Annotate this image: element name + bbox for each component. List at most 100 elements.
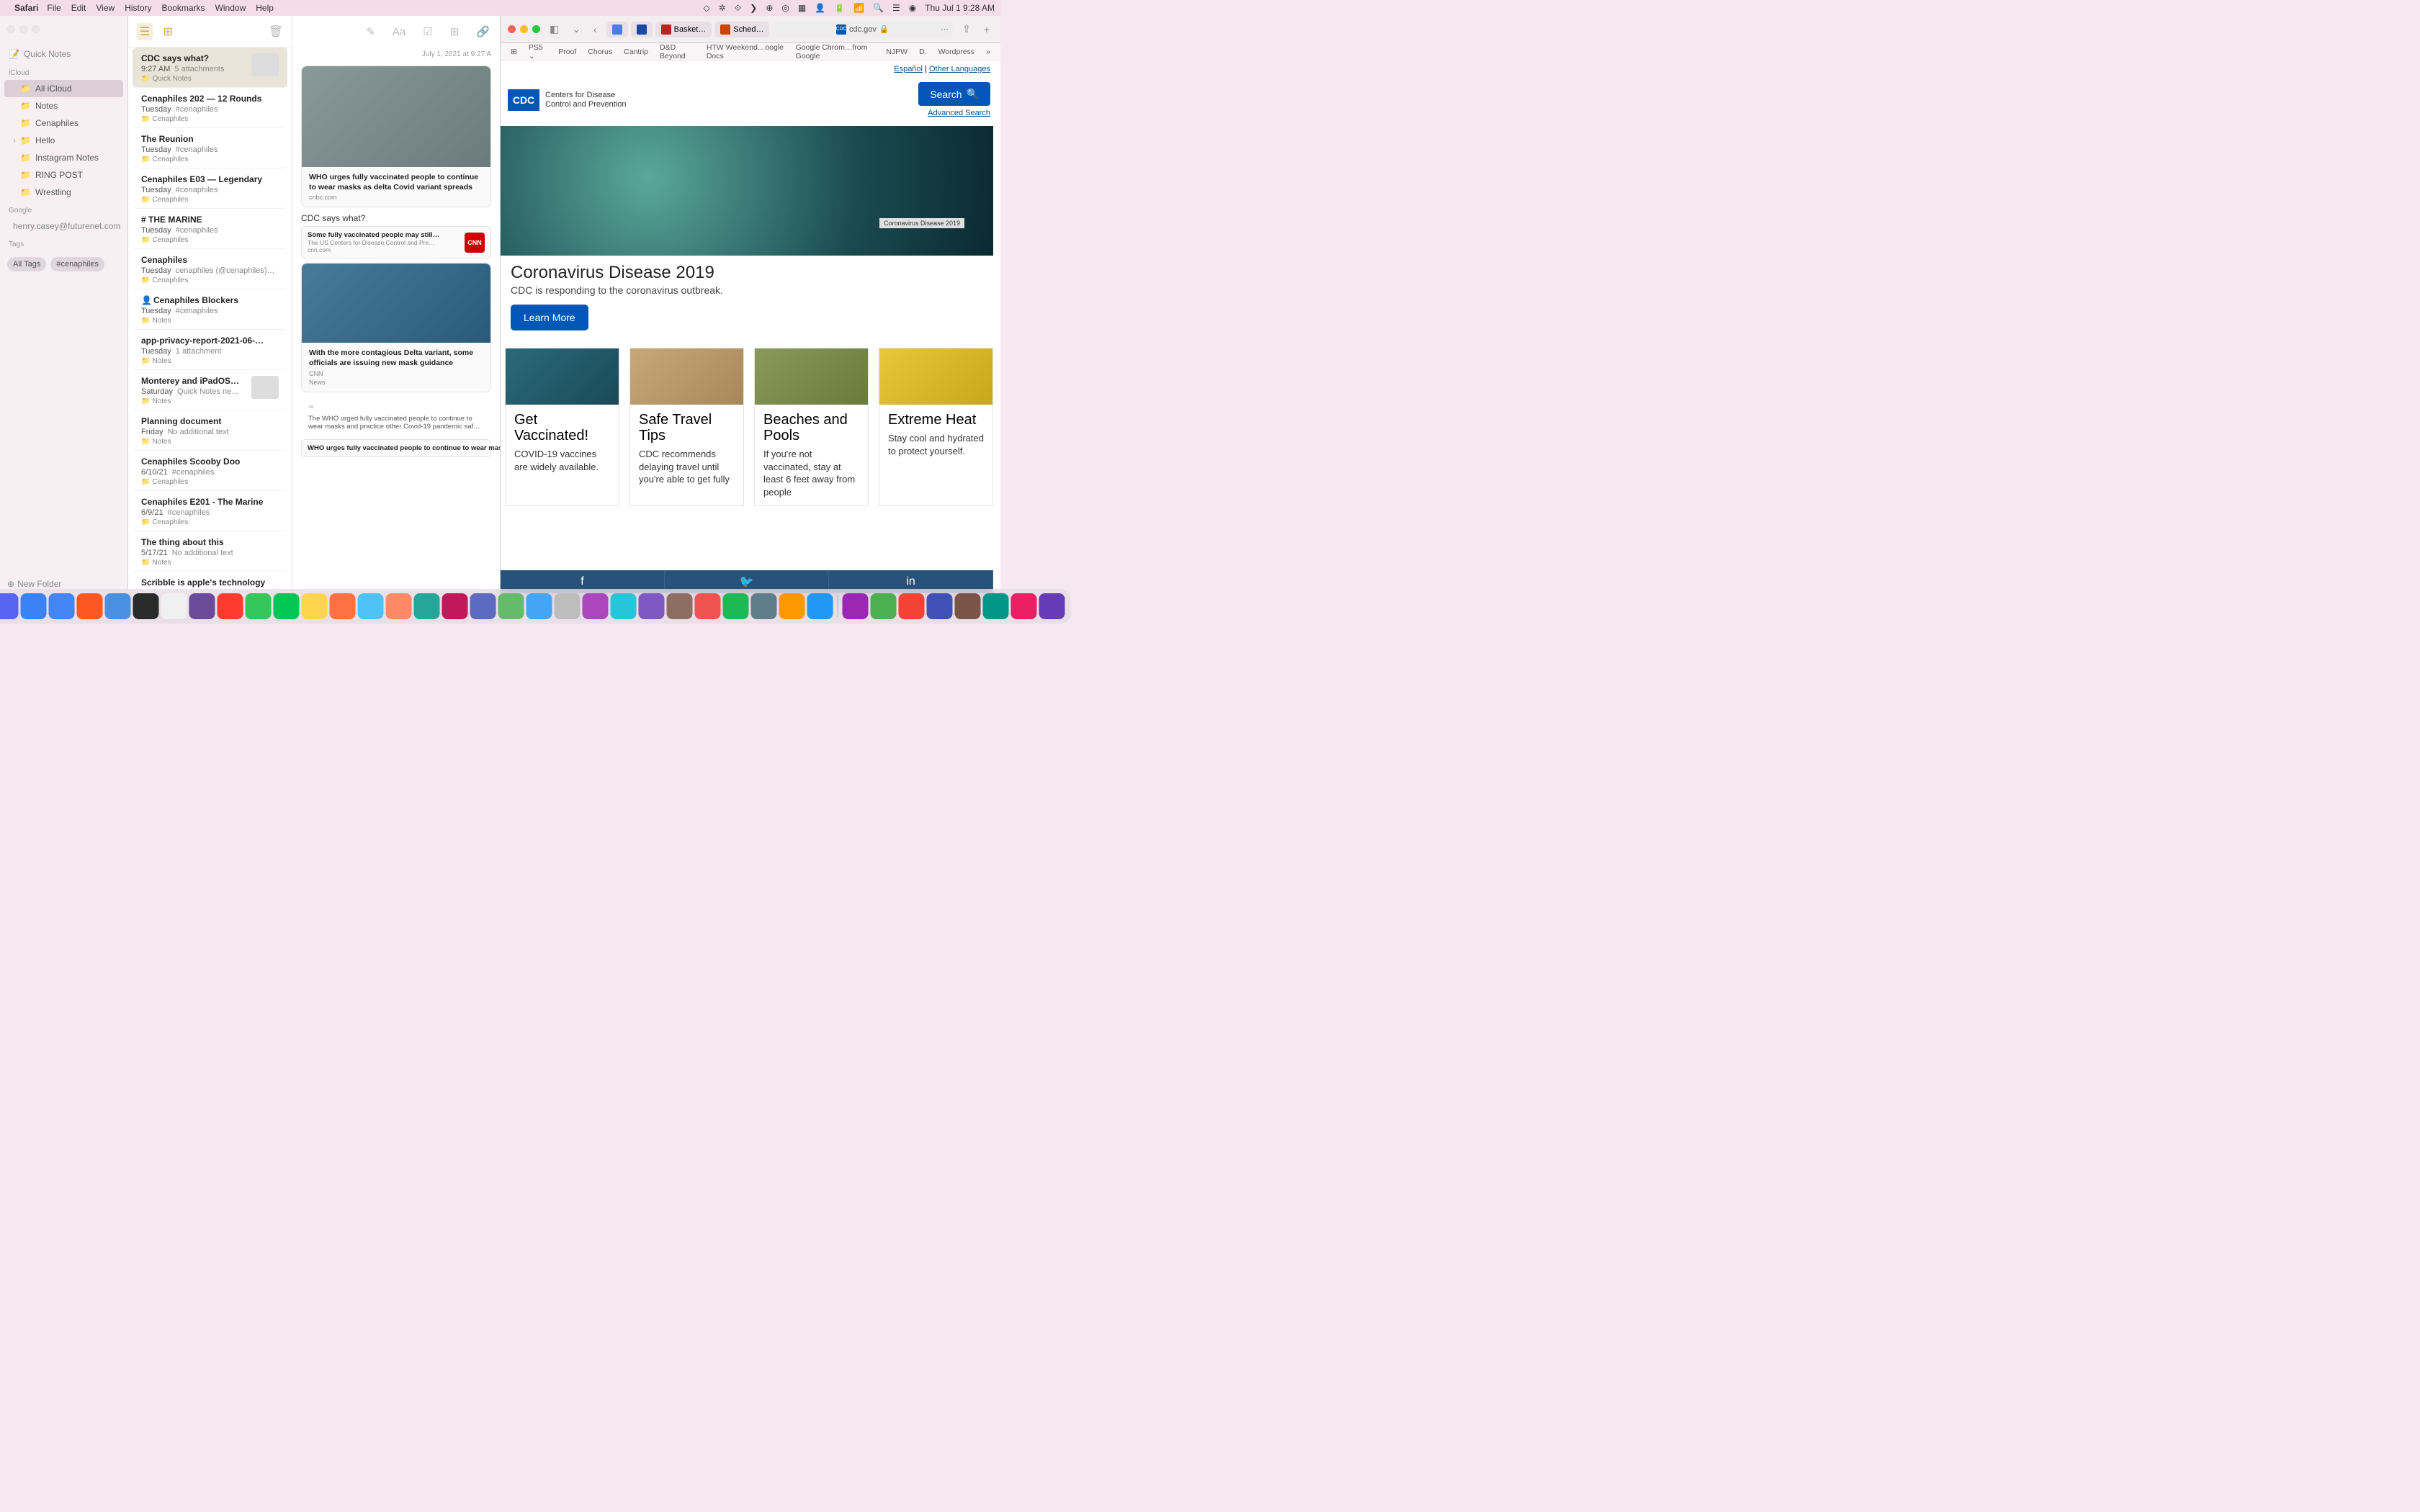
dock-app-icon[interactable] xyxy=(926,593,952,619)
dock-app-icon[interactable] xyxy=(638,593,664,619)
dock-app-icon[interactable] xyxy=(273,593,299,619)
tab[interactable] xyxy=(631,22,653,37)
new-tab-icon[interactable]: + xyxy=(980,22,993,37)
dock-app-icon[interactable] xyxy=(48,593,74,619)
menu-bookmarks[interactable]: Bookmarks xyxy=(162,3,205,13)
card-beaches[interactable]: Beaches and PoolsIf you're not vaccinate… xyxy=(754,348,869,506)
dock-app-icon[interactable] xyxy=(807,593,833,619)
app-name[interactable]: Safari xyxy=(14,3,38,13)
search-button[interactable]: Search🔍 xyxy=(918,82,990,106)
dock-app-icon[interactable] xyxy=(694,593,720,619)
note-item[interactable]: # THE MARINETuesday#cenaphiles📁Cenaphile… xyxy=(133,209,287,249)
folder-ring-post[interactable]: 📁RING POST xyxy=(4,166,123,184)
dock-app-icon[interactable] xyxy=(161,593,187,619)
dock-app-icon[interactable] xyxy=(413,593,439,619)
dock-app-icon[interactable] xyxy=(554,593,580,619)
advanced-search-link[interactable]: Advanced Search xyxy=(918,109,990,117)
google-account[interactable]: henry.casey@futurenet.com xyxy=(4,217,123,235)
chevron-down-icon[interactable]: ⌄ xyxy=(568,22,584,37)
status-icon[interactable]: ▦ xyxy=(798,3,806,13)
dock-app-icon[interactable] xyxy=(750,593,776,619)
dock-app-icon[interactable] xyxy=(779,593,805,619)
learn-more-button[interactable]: Learn More xyxy=(511,305,588,330)
dock-app-icon[interactable] xyxy=(666,593,692,619)
menu-help[interactable]: Help xyxy=(256,3,274,13)
status-icon[interactable]: ◇ xyxy=(703,3,709,13)
card-vaccinated[interactable]: Get Vaccinated!COVID-19 vaccines are wid… xyxy=(505,348,619,506)
card-heat[interactable]: Extreme HeatStay cool and hydrated to pr… xyxy=(879,348,993,506)
other-languages-link[interactable]: Other Languages xyxy=(929,65,990,73)
link-card-who[interactable]: WHO urges fully vaccinated people to con… xyxy=(301,66,491,207)
tab-schedule[interactable]: Sched… xyxy=(714,22,769,37)
fav-link[interactable]: Wordpress xyxy=(938,48,975,56)
note-item[interactable]: 👤Cenaphiles BlockersTuesday#cenaphiles📁N… xyxy=(133,289,287,330)
espanol-link[interactable]: Español xyxy=(894,65,923,73)
back-icon[interactable]: ‹ xyxy=(590,22,601,37)
new-folder-button[interactable]: ⊕New Folder xyxy=(7,579,61,589)
menu-edit[interactable]: Edit xyxy=(71,3,86,13)
folder-notes[interactable]: 📁Notes xyxy=(4,97,123,114)
fav-link[interactable]: Google Chrom…from Google xyxy=(796,43,875,60)
menu-window[interactable]: Window xyxy=(215,3,246,13)
dock-app-icon[interactable] xyxy=(610,593,636,619)
dock-app-icon[interactable] xyxy=(498,593,524,619)
dock-app-icon[interactable] xyxy=(0,593,18,619)
note-item[interactable]: app-privacy-report-2021-06-…Tuesday1 att… xyxy=(133,330,287,370)
note-item[interactable]: Cenaphiles Scooby Doo6/10/21#cenaphiles📁… xyxy=(133,451,287,491)
tag-cenaphiles[interactable]: #cenaphiles xyxy=(50,257,104,271)
address-bar[interactable]: CDC cdc.gov 🔒 ⋯ xyxy=(772,22,953,37)
card-travel[interactable]: Safe Travel TipsCDC recommends delaying … xyxy=(629,348,744,506)
status-icon[interactable]: ◎ xyxy=(781,3,789,13)
dock-app-icon[interactable] xyxy=(357,593,383,619)
dock-app-icon[interactable] xyxy=(842,593,868,619)
folder-instagram[interactable]: 📁Instagram Notes xyxy=(4,149,123,166)
note-item[interactable]: CenaphilesTuesdaycenaphiles (@cenaphiles… xyxy=(133,249,287,289)
table-icon[interactable]: ⊞ xyxy=(450,25,460,38)
dock-app-icon[interactable] xyxy=(385,593,411,619)
note-item[interactable]: CDC says what?9:27 AM5 attachments📁Quick… xyxy=(133,48,287,88)
fav-link[interactable]: PS5 ⌄ xyxy=(529,43,547,60)
overflow-icon[interactable]: » xyxy=(986,48,990,56)
grid-view-icon[interactable]: ⊞ xyxy=(160,23,175,40)
font-icon[interactable]: Aa xyxy=(393,26,405,38)
clock[interactable]: Thu Jul 1 9:28 AM xyxy=(925,3,995,13)
link-card-cnn[interactable]: Some fully vaccinated people may still… … xyxy=(301,226,491,258)
link-card-delta[interactable]: With the more contagious Delta variant, … xyxy=(301,263,491,392)
reader-icon[interactable]: ⋯ xyxy=(941,24,949,34)
dock-app-icon[interactable] xyxy=(982,593,1008,619)
checklist-icon[interactable]: ☑ xyxy=(423,25,432,38)
minimize-button[interactable] xyxy=(520,25,528,33)
control-center-icon[interactable]: ☰ xyxy=(892,3,900,13)
menu-file[interactable]: File xyxy=(47,3,60,13)
dock-app-icon[interactable] xyxy=(76,593,102,619)
tag-all[interactable]: All Tags xyxy=(7,257,46,271)
status-icon[interactable]: 👤 xyxy=(815,3,825,13)
dock-app-icon[interactable] xyxy=(898,593,924,619)
fav-link[interactable]: Cantrip xyxy=(624,48,648,56)
dock-app-icon[interactable] xyxy=(954,593,980,619)
dock-app-icon[interactable] xyxy=(526,593,552,619)
link-card-who2[interactable]: WHO urges fully vaccinated people to con… xyxy=(301,439,491,457)
link-icon[interactable]: 🔗 xyxy=(476,25,490,38)
dock-app-icon[interactable] xyxy=(329,593,355,619)
note-item[interactable]: The ReunionTuesday#cenaphiles📁Cenaphiles xyxy=(133,128,287,168)
search-icon[interactable]: 🔍 xyxy=(873,3,884,13)
sidebar-toggle-icon[interactable]: ◧ xyxy=(546,22,563,37)
folder-hello[interactable]: ›📁Hello xyxy=(4,132,123,149)
status-icon[interactable]: ✲ xyxy=(719,3,726,13)
dock-app-icon[interactable] xyxy=(870,593,896,619)
dock-app-icon[interactable] xyxy=(20,593,46,619)
close-button[interactable] xyxy=(508,25,516,33)
status-icon[interactable]: ⊕ xyxy=(766,3,773,13)
dock-app-icon[interactable] xyxy=(301,593,327,619)
fav-link[interactable]: D&D Beyond xyxy=(660,43,695,60)
note-item[interactable]: Monterey and iPadOS…SaturdayQuick Notes … xyxy=(133,370,287,410)
wifi-icon[interactable]: 📶 xyxy=(853,3,864,13)
fav-link[interactable]: Proof xyxy=(558,48,576,56)
dock-app-icon[interactable] xyxy=(1010,593,1036,619)
dock-app-icon[interactable] xyxy=(189,593,215,619)
note-item[interactable]: The thing about this5/17/21No additional… xyxy=(133,531,287,572)
status-icon[interactable]: ⟐ xyxy=(735,3,741,14)
folder-all-icloud[interactable]: 📁All iCloud xyxy=(4,80,123,97)
menu-history[interactable]: History xyxy=(125,3,151,13)
